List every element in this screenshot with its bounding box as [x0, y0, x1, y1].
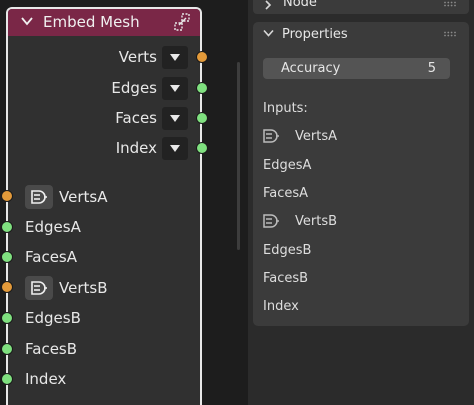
input-label-facesa: FacesA [25, 248, 77, 266]
input-label-facesb: FacesB [25, 340, 78, 358]
chevron-down-icon[interactable] [21, 16, 33, 26]
node-header[interactable]: Embed Mesh [8, 9, 200, 36]
node-group-icon[interactable] [173, 13, 191, 31]
accuracy-label: Accuracy [281, 61, 341, 76]
node-panel-label: Node [283, 0, 317, 10]
sidebar-input-vertsb: VertsB [295, 214, 338, 229]
accuracy-field[interactable]: Accuracy 5 [263, 58, 450, 79]
input-socket-index[interactable] [1, 373, 13, 385]
embed-mesh-node[interactable]: Embed Mesh Verts Edges Faces Index Verts… [1, 7, 208, 405]
output-socket-index[interactable] [196, 142, 208, 154]
input-socket-facesa[interactable] [1, 251, 13, 263]
output-socket-faces[interactable] [196, 112, 208, 124]
index-dropdown[interactable] [162, 137, 188, 160]
sidebar-input-index: Index [263, 299, 299, 314]
properties-panel-label[interactable]: Properties [282, 27, 348, 42]
chevron-down-icon[interactable] [263, 29, 274, 37]
sidebar: Node Properties Accuracy 5 Inputs: Verts… [248, 0, 474, 405]
inputs-heading: Inputs: [263, 101, 308, 116]
sidebar-input-facesa: FacesA [263, 186, 309, 201]
input-label-edgesb: EdgesB [25, 309, 81, 327]
region-scrollbar[interactable] [237, 62, 240, 250]
sidebar-input-facesb: FacesB [263, 271, 309, 286]
input-label-vertsb: VertsB [59, 279, 108, 297]
output-socket-edges[interactable] [196, 82, 208, 94]
node-editor-canvas[interactable]: Embed Mesh Verts Edges Faces Index Verts… [0, 0, 248, 405]
drag-grip-icon[interactable] [443, 31, 457, 37]
triangle-down-icon [170, 54, 180, 61]
edges-dropdown[interactable] [162, 77, 188, 100]
properties-panel: Properties Accuracy 5 Inputs: VertsA Edg… [253, 22, 469, 326]
node-panel-header[interactable]: Node [253, 0, 469, 14]
input-socket-facesb[interactable] [1, 343, 13, 355]
triangle-down-icon [170, 145, 180, 152]
sidebar-input-vertsa: VertsA [295, 129, 337, 144]
node-title: Embed Mesh [43, 13, 140, 31]
sidebar-input-edgesa: EdgesA [263, 158, 312, 173]
field-icon [263, 129, 279, 143]
input-socket-vertsb[interactable] [1, 281, 13, 293]
field-icon [25, 276, 53, 300]
drag-grip-icon[interactable] [443, 1, 457, 7]
input-socket-vertsa[interactable] [1, 190, 13, 202]
output-label-verts: Verts [118, 48, 157, 66]
input-socket-edgesb[interactable] [1, 312, 13, 324]
sidebar-input-edgesb: EdgesB [263, 243, 312, 258]
output-label-edges: Edges [111, 79, 157, 97]
input-label-index: Index [25, 370, 67, 388]
output-socket-verts[interactable] [196, 51, 208, 63]
accuracy-value: 5 [427, 61, 436, 76]
chevron-right-icon[interactable] [264, 0, 272, 10]
input-label-vertsa: VertsA [59, 188, 108, 206]
faces-dropdown[interactable] [162, 107, 188, 130]
triangle-down-icon [170, 115, 180, 122]
output-label-faces: Faces [115, 109, 157, 127]
field-icon [25, 185, 53, 209]
verts-dropdown[interactable] [162, 46, 188, 69]
field-icon [263, 214, 279, 228]
input-label-edgesa: EdgesA [25, 218, 81, 236]
output-label-index: Index [115, 139, 157, 157]
triangle-down-icon [170, 85, 180, 92]
input-socket-edgesa[interactable] [1, 221, 13, 233]
